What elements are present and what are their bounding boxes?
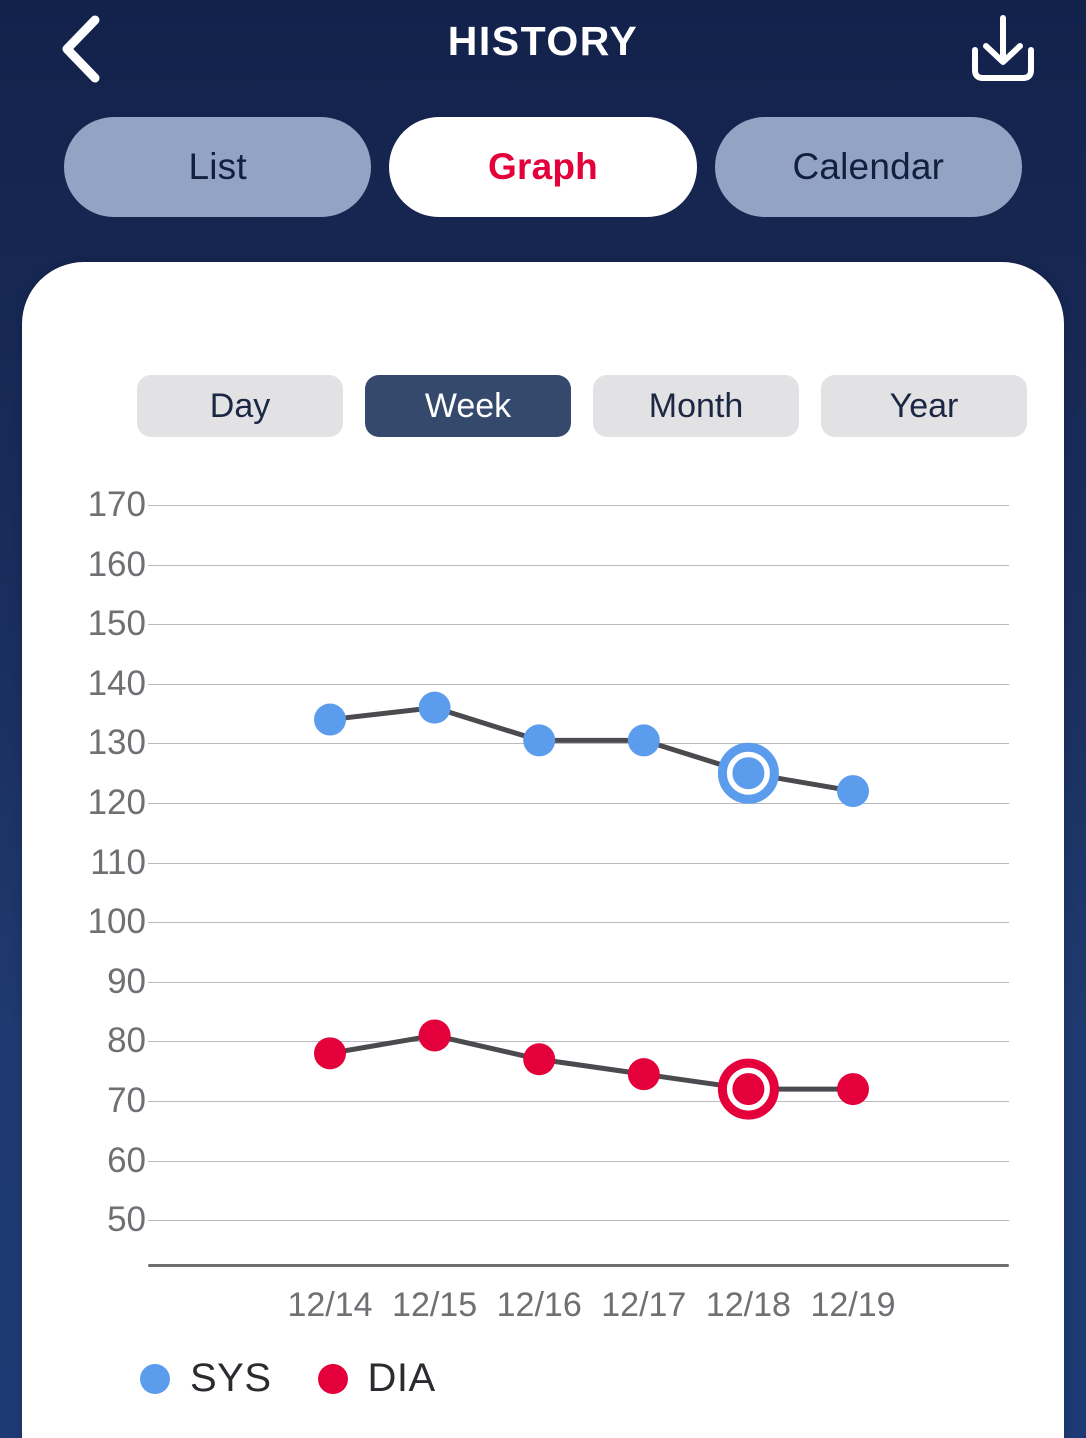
view-tab-calendar-label: Calendar: [792, 146, 945, 187]
blood-pressure-chart: 170 160 150 140 130 120 110 100 90 80 70 60 50 12/14…: [22, 262, 1064, 1438]
legend-dot-dia-icon: [317, 1363, 348, 1394]
legend-label-sys: SYS: [190, 1356, 272, 1400]
download-icon: [967, 14, 1039, 87]
view-tab-list[interactable]: List: [64, 117, 372, 217]
history-graph-screen: HISTORY List Graph Calendar Day Week Mon…: [0, 0, 1086, 1438]
page-title: HISTORY: [447, 18, 639, 64]
view-tab-list-label: List: [188, 146, 247, 187]
x-axis-labels: 12/14 12/15 12/16 12/17 12/18 12/19: [22, 262, 1064, 1438]
top-navigation-bar: HISTORY: [0, 0, 1086, 100]
view-mode-switch: List Graph Calendar: [64, 117, 1022, 217]
view-tab-graph-label: Graph: [488, 146, 598, 187]
download-button[interactable]: [966, 12, 1040, 88]
content-card: Day Week Month Year 170 160 150 140 130 120 11…: [22, 262, 1064, 1438]
x-axis-tick-12-15: 12/15: [392, 1286, 478, 1325]
x-axis-tick-12-17: 12/17: [601, 1286, 687, 1325]
chart-legend: SYS DIA: [140, 1356, 436, 1401]
legend-item-dia: DIA: [317, 1356, 436, 1401]
legend-dot-sys-icon: [140, 1363, 170, 1394]
x-axis-tick-12-19: 12/19: [810, 1286, 896, 1325]
x-axis-tick-12-16: 12/16: [496, 1286, 582, 1325]
legend-label-dia: DIA: [367, 1356, 436, 1400]
view-tab-calendar[interactable]: Calendar: [714, 117, 1022, 217]
view-tab-graph[interactable]: Graph: [389, 117, 697, 217]
x-axis-tick-12-18: 12/18: [705, 1286, 791, 1325]
legend-item-sys: SYS: [140, 1356, 272, 1401]
x-axis-tick-12-14: 12/14: [287, 1286, 373, 1325]
